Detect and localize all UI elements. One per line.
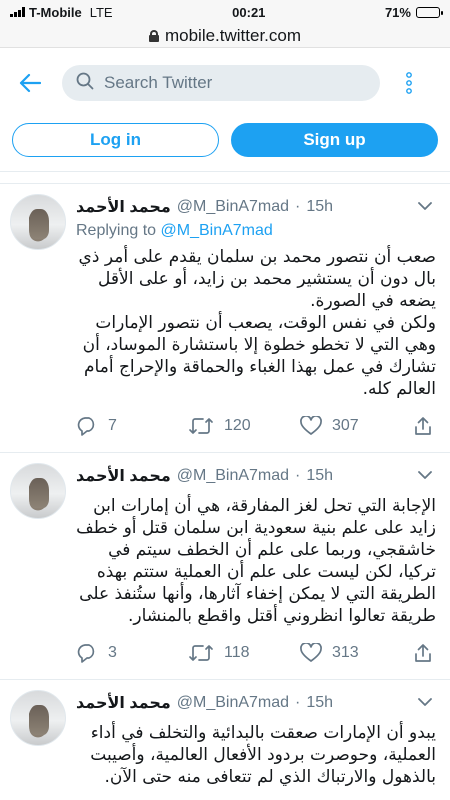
- status-left: T-Mobile LTE: [10, 5, 113, 20]
- tweet-text-paragraph: الإجابة التي تحل لغز المفارقة، هي أن إما…: [76, 496, 436, 626]
- login-button[interactable]: Log in: [12, 123, 219, 157]
- tweet-text-paragraph: صعب أن نتصور محمد بن سلمان يقدم على أمر …: [78, 247, 436, 311]
- tweet-header: محمد الأحمد @M_BinA7mad · 15h: [76, 194, 438, 220]
- search-icon: [76, 72, 94, 95]
- signal-icon: [10, 7, 25, 17]
- reply-button[interactable]: 3: [76, 643, 188, 663]
- tweet-text: الإجابة التي تحل لغز المفارقة، هي أن إما…: [76, 495, 438, 627]
- tweet-actions: 3 118 313: [76, 627, 438, 679]
- retweet-count: 120: [224, 417, 251, 434]
- chevron-down-icon[interactable]: [418, 467, 432, 485]
- tweet[interactable]: محمد الأحمد @M_BinA7mad · 15h يبدو أن ال…: [0, 680, 450, 788]
- network-label: LTE: [89, 4, 113, 20]
- retweet-icon: [188, 643, 214, 663]
- reply-button[interactable]: 7: [76, 416, 188, 436]
- reply-count: 3: [108, 644, 117, 661]
- reply-count: 7: [108, 417, 117, 434]
- url-text: mobile.twitter.com: [164, 25, 302, 45]
- search-input[interactable]: [104, 73, 366, 93]
- replying-to: Replying to @M_BinA7mad: [76, 222, 438, 240]
- url-bar[interactable]: mobile.twitter.com: [0, 24, 450, 48]
- reply-icon: [76, 416, 98, 436]
- avatar[interactable]: [10, 463, 66, 519]
- chevron-down-icon[interactable]: [418, 694, 432, 712]
- tweet-header: محمد الأحمد @M_BinA7mad · 15h: [76, 463, 438, 489]
- heart-icon: [300, 416, 322, 436]
- like-count: 307: [332, 417, 359, 434]
- battery-percent: 71%: [384, 4, 411, 20]
- status-bar: T-Mobile LTE 00:21 71%: [0, 0, 450, 24]
- tweet-time[interactable]: 15h: [306, 467, 333, 485]
- retweet-count: 118: [224, 644, 250, 661]
- status-right: 71%: [384, 4, 443, 20]
- tweet-time[interactable]: 15h: [306, 198, 333, 216]
- retweet-button[interactable]: 118: [188, 643, 300, 663]
- search-box[interactable]: [62, 65, 380, 101]
- separator-dot: ·: [295, 467, 301, 484]
- lock-icon: [148, 29, 159, 42]
- avatar[interactable]: [10, 690, 66, 746]
- header-divider: [0, 162, 450, 172]
- like-count: 313: [332, 644, 359, 661]
- tweet-body: محمد الأحمد @M_BinA7mad · 15h Replying t…: [76, 194, 438, 452]
- separator-dot: ·: [295, 694, 301, 711]
- separator-dot: ·: [295, 198, 301, 215]
- like-button[interactable]: 307: [300, 416, 412, 436]
- author-name[interactable]: محمد الأحمد: [76, 197, 171, 217]
- battery-icon: [415, 6, 443, 18]
- auth-bar: Log in Sign up: [0, 118, 450, 162]
- retweet-button[interactable]: 120: [188, 416, 300, 436]
- author-handle[interactable]: @M_BinA7mad: [177, 467, 289, 485]
- replying-to-link[interactable]: @M_BinA7mad: [161, 222, 273, 239]
- heart-icon: [300, 643, 322, 663]
- author-name[interactable]: محمد الأحمد: [76, 466, 171, 486]
- avatar[interactable]: [10, 194, 66, 250]
- back-arrow-icon[interactable]: [12, 65, 48, 101]
- share-button[interactable]: [414, 416, 432, 436]
- retweet-icon: [188, 416, 214, 436]
- tweet-time[interactable]: 15h: [306, 694, 333, 712]
- chevron-down-icon[interactable]: [418, 198, 432, 216]
- like-button[interactable]: 313: [300, 643, 412, 663]
- author-name[interactable]: محمد الأحمد: [76, 693, 171, 713]
- more-options-icon[interactable]: [394, 71, 424, 95]
- tweet[interactable]: محمد الأحمد @M_BinA7mad · 15h الإجابة ال…: [0, 453, 450, 680]
- signup-button[interactable]: Sign up: [231, 123, 438, 157]
- tweet-body: محمد الأحمد @M_BinA7mad · 15h يبدو أن ال…: [76, 690, 438, 788]
- share-icon: [414, 643, 432, 663]
- timeline-gap: [0, 172, 450, 184]
- replying-prefix: Replying to: [76, 222, 157, 239]
- tweet-text-paragraph: يبدو أن الإمارات صعقت بالبدائية والتخلف …: [90, 723, 436, 787]
- tweet-text: يبدو أن الإمارات صعقت بالبدائية والتخلف …: [76, 722, 438, 788]
- tweet-text-paragraph: ولكن في نفس الوقت، يصعب أن نتصور الإمارا…: [82, 313, 436, 399]
- twitter-header: [0, 48, 450, 118]
- carrier-label: T-Mobile: [29, 4, 82, 20]
- author-handle[interactable]: @M_BinA7mad: [177, 198, 289, 216]
- share-button[interactable]: [414, 643, 432, 663]
- tweet[interactable]: محمد الأحمد @M_BinA7mad · 15h Replying t…: [0, 184, 450, 453]
- reply-icon: [76, 643, 98, 663]
- tweet-header: محمد الأحمد @M_BinA7mad · 15h: [76, 690, 438, 716]
- tweet-actions: 7 120 307: [76, 400, 438, 452]
- author-handle[interactable]: @M_BinA7mad: [177, 694, 289, 712]
- share-icon: [414, 416, 432, 436]
- tweet-body: محمد الأحمد @M_BinA7mad · 15h الإجابة ال…: [76, 463, 438, 679]
- status-time: 00:21: [232, 4, 266, 20]
- tweet-text: صعب أن نتصور محمد بن سلمان يقدم على أمر …: [76, 246, 438, 400]
